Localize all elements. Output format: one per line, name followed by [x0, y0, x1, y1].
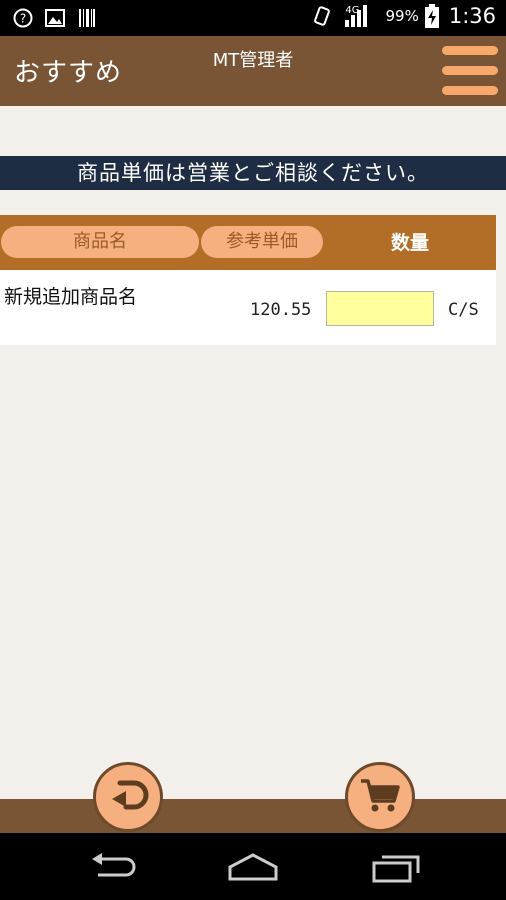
app-header: おすすめ MT管理者 [0, 36, 506, 106]
unit-label: C/S [448, 300, 479, 320]
status-bar: ? 4G 99% 1:36 [0, 0, 506, 36]
product-price: 120.55 [250, 300, 312, 320]
back-arrow-icon [106, 775, 150, 819]
user-name: MT管理者 [212, 50, 294, 71]
sort-by-price-button[interactable]: 参考単価 [201, 226, 323, 258]
table-header: 商品名 参考単価 数量 [0, 215, 496, 270]
back-button[interactable] [93, 762, 163, 832]
clock: 1:36 [448, 4, 496, 28]
quantity-column-header: 数量 [390, 232, 429, 254]
nav-back-icon[interactable] [88, 853, 138, 885]
nav-home-icon[interactable] [226, 853, 280, 885]
svg-text:?: ? [20, 12, 26, 26]
image-icon [44, 7, 66, 29]
table-row: 新規追加商品名 120.55 C/S [0, 270, 496, 345]
rotate-icon [311, 5, 333, 27]
bottom-bar [0, 799, 506, 833]
product-name: 新規追加商品名 [4, 286, 138, 308]
quantity-input[interactable] [326, 291, 434, 326]
system-nav-bar [0, 833, 506, 900]
cart-button[interactable] [345, 762, 415, 832]
battery-charging-icon [424, 4, 439, 28]
nav-recents-icon[interactable] [370, 853, 422, 887]
price-notice-banner: 商品単価は営業とご相談ください。 [0, 156, 506, 190]
barcode-icon [76, 7, 98, 29]
shopping-cart-icon [358, 775, 402, 819]
battery-percent: 99% [385, 7, 419, 25]
hamburger-menu-icon[interactable] [442, 46, 498, 96]
sort-by-name-button[interactable]: 商品名 [1, 226, 199, 258]
network-type: 4G [345, 4, 360, 16]
help-icon: ? [12, 7, 34, 29]
